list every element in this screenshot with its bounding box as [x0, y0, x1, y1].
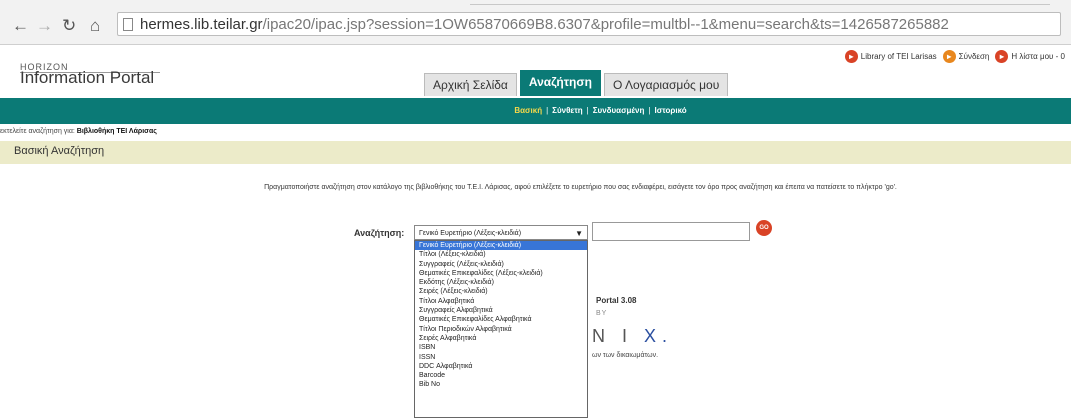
index-select[interactable]: Γενικό Ευρετήριο (Λέξεις-κλειδιά) ▼	[414, 225, 588, 240]
dropdown-option[interactable]: Θεματικές Επικεφαλίδες (Λέξεις-κλειδιά)	[415, 269, 587, 278]
dropdown-option[interactable]: ISSN	[415, 353, 587, 362]
url-host: hermes.lib.teilar.gr	[140, 16, 263, 33]
forward-icon[interactable]: →	[36, 16, 53, 36]
tab-2[interactable]: Ο Λογαριασμός μου	[603, 73, 729, 96]
tab-1[interactable]: Αναζήτηση	[519, 70, 601, 96]
page-icon	[123, 18, 133, 31]
dropdown-option[interactable]: DDC Αλφαβητικά	[415, 362, 587, 371]
dropdown-option[interactable]: Θεματικές Επικεφαλίδες Αλφαβητικά	[415, 315, 587, 324]
search-label: Αναζήτηση:	[354, 228, 405, 238]
index-select-value: Γενικό Ευρετήριο (Λέξεις-κλειδιά)	[419, 230, 522, 237]
page-title-bar: Βασική Αναζήτηση	[0, 141, 1071, 164]
dropdown-arrow-icon: ▼	[575, 229, 583, 238]
dropdown-option[interactable]: Εκδότης (Λέξεις-κλειδιά)	[415, 278, 587, 287]
subnav-item[interactable]: Βασική	[514, 106, 542, 115]
header-link[interactable]: Η λίστα μου - 0	[1011, 52, 1065, 61]
dropdown-option[interactable]: Σειρές (Λέξεις-κλειδιά)	[415, 287, 587, 296]
search-context-target: Βιβλιοθήκη ΤΕΙ Λάρισας	[76, 128, 157, 135]
logo-information-portal: Information Portal	[20, 68, 155, 87]
dropdown-option[interactable]: ISBN	[415, 343, 587, 352]
home-icon[interactable]: ⌂	[90, 16, 100, 36]
index-dropdown-list[interactable]: Γενικό Ευρετήριο (Λέξεις-κλειδιά) Τίτλοι …	[414, 240, 588, 418]
tab-strip-line	[470, 4, 1050, 5]
back-icon[interactable]: ←	[12, 16, 29, 36]
dropdown-option[interactable]: Τίτλοι Αλφαβητικά	[415, 297, 587, 306]
dropdown-option[interactable]: Τίτλοι Περιοδικών Αλφαβητικά	[415, 325, 587, 334]
dropdown-option[interactable]: Σειρές Αλφαβητικά	[415, 334, 587, 343]
subnav-item[interactable]: Ιστορικό	[654, 106, 686, 115]
header-links: ▸ Library of TEI Larisas ▸ Σύνδεση ▸ Η λίστα …	[844, 50, 1071, 63]
instructions-text: Πραγματοποιήστε αναζήτηση στον κατάλογο …	[264, 184, 897, 191]
subnav-item[interactable]: Σύνθετη	[552, 106, 582, 115]
portal-version: Portal 3.08	[596, 296, 637, 305]
by-label: BY	[596, 310, 608, 317]
main-tabs: Αρχική Σελίδα Αναζήτηση Ο Λογαριασμός μου	[424, 70, 731, 96]
go-button[interactable]: GO	[756, 220, 772, 236]
address-bar[interactable]: hermes.lib.teilar.gr/ipac20/ipac.jsp?ses…	[117, 12, 1061, 36]
subnav-separator: |	[586, 106, 589, 115]
brand-logo: N I X.	[592, 326, 673, 347]
header-link-icon[interactable]: ▸	[844, 50, 858, 63]
search-context: εκτελείτε αναζήτηση για: Βιβλιοθήκη ΤΕΙ …	[0, 128, 157, 135]
dropdown-option[interactable]: Bib No	[415, 380, 587, 389]
header-link-icon[interactable]: ▸	[995, 50, 1009, 63]
page-title: Βασική Αναζήτηση	[14, 145, 105, 157]
search-context-prefix: εκτελείτε αναζήτηση για:	[0, 128, 75, 135]
search-input[interactable]	[592, 222, 750, 241]
reload-icon[interactable]: ↻	[62, 16, 76, 36]
dropdown-option[interactable]: Γενικό Ευρετήριο (Λέξεις-κλειδιά)	[415, 241, 587, 251]
tab-0[interactable]: Αρχική Σελίδα	[424, 73, 517, 96]
search-subnav: Βασική | Σύνθετη | Συνδυασμένη | Ιστορικό	[0, 106, 1071, 115]
browser-chrome: ← → ↻ ⌂ hermes.lib.teilar.gr/ipac20/ipac…	[0, 0, 1071, 45]
header-link-icon[interactable]: ▸	[942, 50, 956, 63]
brand-logo-text: N I	[592, 326, 634, 346]
brand-logo-x: X.	[644, 326, 674, 346]
subnav-item[interactable]: Συνδυασμένη	[593, 106, 645, 115]
dropdown-option[interactable]: Συγγραφείς (Λέξεις-κλειδιά)	[415, 260, 587, 269]
subnav-separator: |	[648, 106, 651, 115]
rights-text: ων των δικαιωμάτων.	[592, 352, 659, 359]
header-link[interactable]: Σύνδεση	[959, 52, 990, 61]
dropdown-option[interactable]: Barcode	[415, 371, 587, 380]
dropdown-option[interactable]: Συγγραφείς Αλφαβητικά	[415, 306, 587, 315]
url-path: /ipac20/ipac.jsp?session=1OW65870669B8.6…	[262, 16, 949, 33]
subnav-separator: |	[546, 106, 549, 115]
dropdown-option[interactable]: Τίτλοι (Λέξεις-κλειδιά)	[415, 250, 587, 259]
header-link[interactable]: Library of TEI Larisas	[861, 52, 937, 61]
